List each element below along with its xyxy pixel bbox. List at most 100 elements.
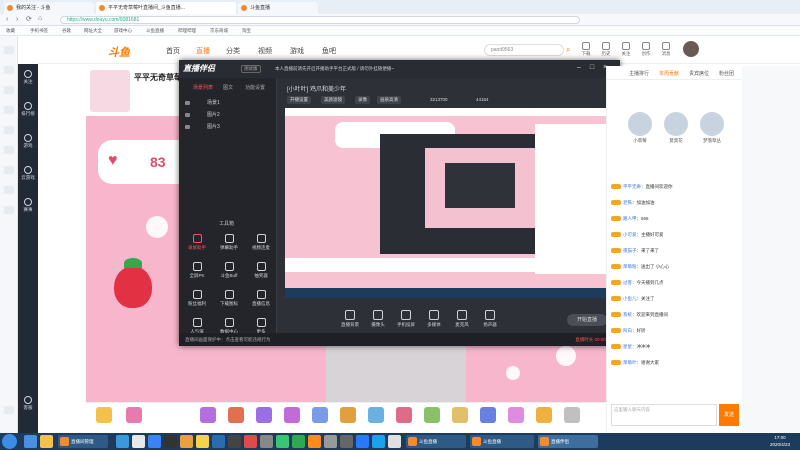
chat-user[interactable]: 路人甲 [623, 216, 637, 221]
gift-icon[interactable] [256, 407, 272, 423]
rail-app-icon[interactable] [4, 186, 14, 194]
chat-user[interactable]: 草莓叶 [623, 360, 637, 365]
rank-item[interactable]: 梦落草丛 [695, 112, 729, 144]
app-icon[interactable] [308, 435, 321, 448]
bookmark[interactable]: 哔哩哔哩 [178, 26, 196, 36]
app-icon[interactable] [116, 435, 129, 448]
scene-item[interactable]: 图片3 [183, 122, 273, 132]
rail-app-icon[interactable] [4, 146, 14, 154]
avatar[interactable] [683, 41, 699, 57]
back-icon[interactable]: ‹ [6, 16, 8, 23]
stream-preview[interactable] [285, 108, 615, 298]
nav-live[interactable]: 直播 [196, 46, 210, 56]
folder-icon[interactable] [40, 435, 53, 448]
tool-buff[interactable]: 斗鱼Buff [215, 262, 243, 279]
streamer-avatar[interactable] [90, 70, 130, 112]
header-message[interactable]: 消息 [658, 42, 674, 57]
forward-icon[interactable]: › [16, 16, 18, 23]
gift-icon[interactable] [96, 407, 112, 423]
qq-icon[interactable] [164, 435, 177, 448]
gift-icon[interactable] [508, 407, 524, 423]
maximize-icon[interactable]: □ [587, 63, 597, 72]
nav-video[interactable]: 视频 [258, 46, 272, 56]
setting-pill[interactable]: 画质高清 [377, 96, 401, 104]
app-icon[interactable] [372, 435, 385, 448]
site-logo[interactable]: 斗鱼 [108, 44, 130, 60]
app-icon[interactable] [340, 435, 353, 448]
bookmark[interactable]: 淘宝 [242, 26, 251, 36]
start-button[interactable] [2, 434, 17, 449]
gift-icon[interactable] [564, 407, 580, 423]
app-icon[interactable] [180, 435, 193, 448]
rail-settings-icon[interactable] [4, 406, 14, 414]
rail-star-icon[interactable] [4, 46, 14, 54]
nav-game[interactable]: 游戏 [290, 46, 304, 56]
nav-home[interactable]: 首页 [166, 46, 180, 56]
rail-app-icon[interactable] [4, 166, 14, 174]
app-icon[interactable] [260, 435, 273, 448]
app-icon[interactable] [196, 435, 209, 448]
speaker-button[interactable]: 扬声器 [477, 310, 503, 328]
gift-icon[interactable] [368, 407, 384, 423]
app-icon[interactable] [324, 435, 337, 448]
chat-user[interactable]: 小可爱 [623, 232, 637, 237]
chat-user[interactable]: 阿白 [623, 328, 632, 333]
chat-user[interactable]: 过客 [623, 280, 632, 285]
rail-app-icon[interactable] [4, 206, 14, 214]
tab-anchor-rank[interactable]: 主播排行 [629, 70, 649, 77]
gift-icon[interactable] [284, 407, 300, 423]
tab-weekly[interactable]: 本周贡献 [659, 70, 679, 77]
shield-icon[interactable] [148, 435, 161, 448]
setting-pill[interactable]: 录像 [355, 96, 370, 104]
tool-pk[interactable]: 全屏PK [183, 262, 211, 279]
phone-cast-button[interactable]: 手机投屏 [393, 310, 419, 328]
gift-icon[interactable] [340, 407, 356, 423]
chat-user[interactable]: 夜猫子 [623, 248, 637, 253]
app-icon[interactable] [228, 435, 241, 448]
chat-user[interactable]: 星星 [623, 344, 632, 349]
media-button[interactable]: 多媒体 [421, 310, 447, 328]
bookmark[interactable]: 斗鱼直播 [146, 26, 164, 36]
header-history[interactable]: 历史 [598, 42, 614, 57]
nav-category[interactable]: 分类 [226, 46, 240, 56]
url-field[interactable]: https://www.douyu.com/9081681 [60, 16, 580, 24]
gift-icon[interactable] [126, 407, 142, 423]
header-follow[interactable]: 关注 [618, 42, 634, 57]
app-icon[interactable] [276, 435, 289, 448]
taskbar-item-active[interactable]: 直播伴侣 [538, 435, 598, 448]
tab-function[interactable]: 功能设置 [245, 84, 265, 91]
start-live-button[interactable]: 开始直播 [567, 314, 607, 326]
app-icon[interactable] [244, 435, 257, 448]
system-clock[interactable]: 17:00 2020/4/23 [762, 434, 798, 448]
browser-tab-active[interactable]: 平平无奇草莓叶直播间_斗鱼直播... [96, 2, 236, 14]
header-create[interactable]: 创作 [638, 42, 654, 57]
app-icon[interactable] [212, 435, 225, 448]
side-nav-follow[interactable]: 关注 [21, 68, 35, 88]
chat-user[interactable]: 草莓粉 [623, 264, 637, 269]
taskbar-item[interactable]: 直播间管理 [58, 435, 108, 448]
rank-item[interactable]: 莫莫花 [659, 112, 693, 144]
search-icon[interactable]: ⌕ [566, 45, 570, 55]
tool-download[interactable]: 下载图标 [215, 290, 243, 307]
chat-user[interactable]: 系统 [623, 312, 632, 317]
browser-tab[interactable]: 我的关注 - 斗鱼 [4, 2, 94, 14]
header-download[interactable]: 下载 [578, 42, 594, 57]
gift-icon[interactable] [228, 407, 244, 423]
tool-danmaku[interactable]: 弹幕助手 [215, 234, 243, 251]
home-icon[interactable]: ⌂ [38, 15, 42, 22]
gift-icon[interactable] [312, 407, 328, 423]
side-nav-game[interactable]: 游戏 [21, 132, 35, 152]
tool-lottery[interactable]: 抽奖器 [247, 262, 275, 279]
tab-image-text[interactable]: 图文 [223, 84, 233, 91]
setting-pill[interactable]: 美颜滤镜 [321, 96, 345, 104]
search-input[interactable]: pand9563 [484, 44, 564, 56]
rail-download-icon[interactable] [4, 86, 14, 94]
bookmark[interactable]: 京东商城 [210, 26, 228, 36]
camera-button[interactable]: 摄像头 [365, 310, 391, 328]
bookmark[interactable]: 手机书签 [30, 26, 48, 36]
side-nav-rank[interactable]: 排行榜 [21, 100, 35, 120]
gift-icon[interactable] [536, 407, 552, 423]
chat-user[interactable]: 小鱼儿 [623, 296, 637, 301]
side-nav-event[interactable]: 赛事 [21, 196, 35, 216]
side-nav-service[interactable]: 客服 [21, 394, 35, 414]
